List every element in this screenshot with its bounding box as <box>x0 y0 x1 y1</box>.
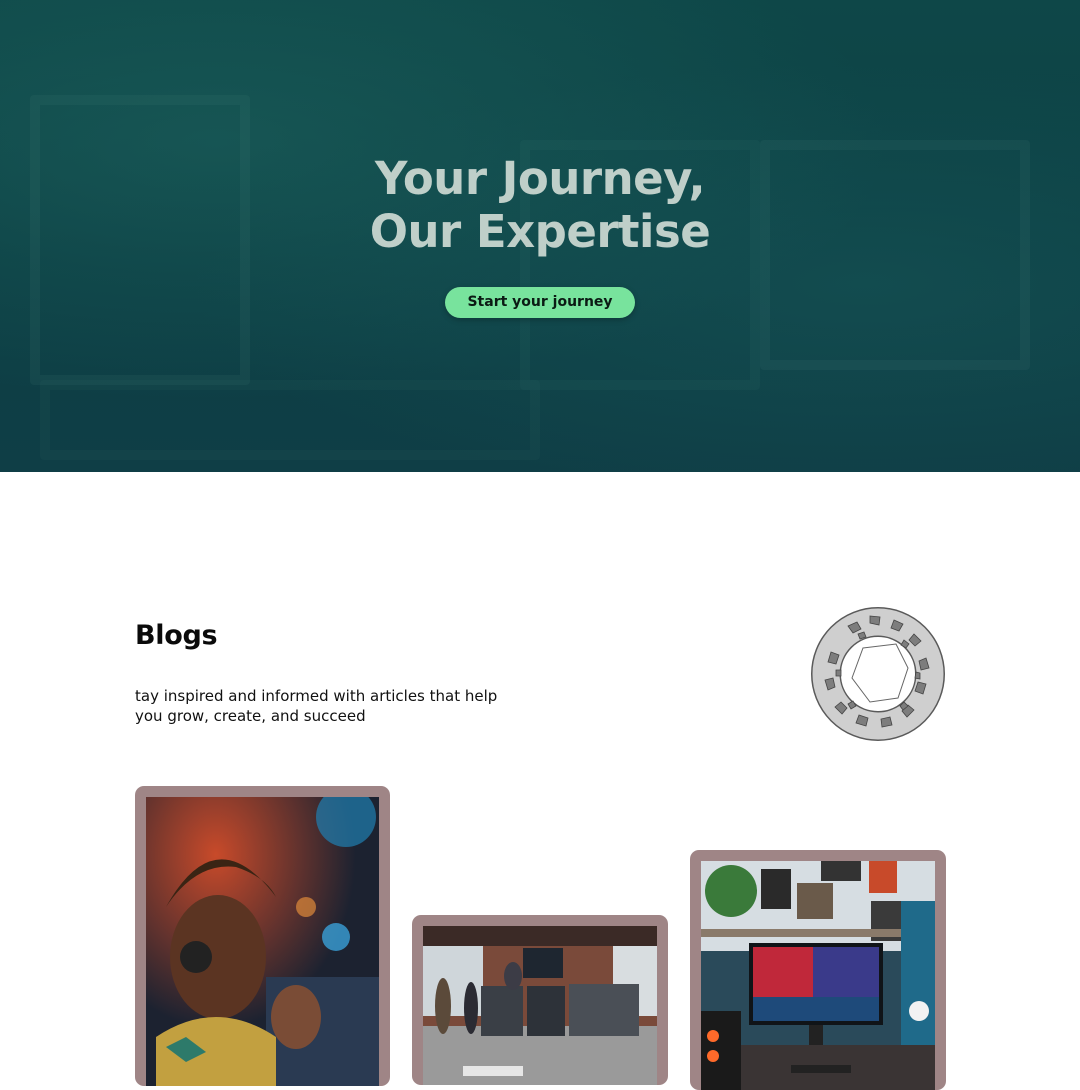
blog-card[interactable] <box>690 850 946 1090</box>
hero-background-shape <box>40 380 540 460</box>
desk-monitor-setup-photo <box>701 861 935 1090</box>
start-journey-button[interactable]: Start your journey <box>445 287 635 318</box>
hero-title-line-2: Our Expertise <box>369 205 711 258</box>
blogs-description: tay inspired and informed with articles … <box>135 687 498 725</box>
office-workstations-photo <box>423 926 657 1085</box>
blog-card[interactable] <box>135 786 390 1086</box>
hero-title: Your Journey, Our Expertise <box>0 152 1080 258</box>
person-with-headphones-photo <box>146 797 379 1086</box>
mosaic-ring-icon <box>811 607 945 741</box>
hero-section: Your Journey, Our Expertise Start your j… <box>0 0 1080 472</box>
hero-title-line-1: Your Journey, <box>374 152 706 205</box>
blogs-heading: Blogs <box>135 620 218 651</box>
blog-card[interactable] <box>412 915 668 1085</box>
